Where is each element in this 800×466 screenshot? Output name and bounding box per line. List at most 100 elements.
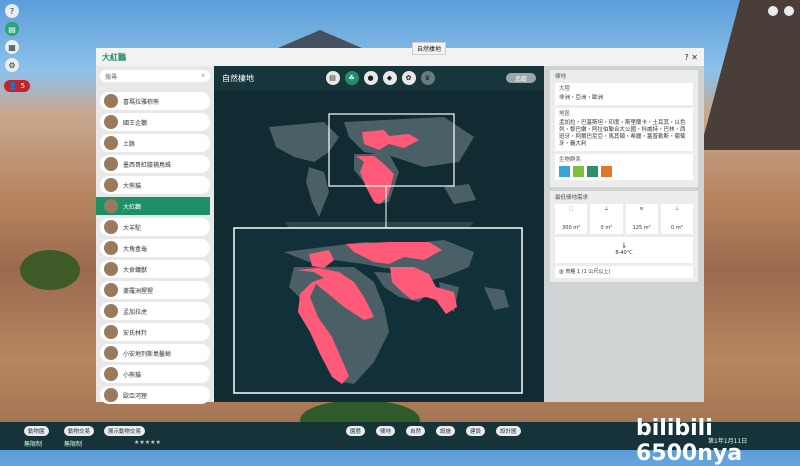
paw-icon[interactable]: ✿ <box>401 71 416 85</box>
world-range-map <box>233 113 523 394</box>
species-name: 安氏林羚 <box>123 329 148 337</box>
species-name: 國王企鵝 <box>123 119 148 127</box>
species-list-item[interactable]: 婆羅洲猩猩 <box>100 281 210 299</box>
species-name: 土豚 <box>123 140 136 148</box>
wind-icon[interactable] <box>768 6 778 16</box>
species-avatar <box>104 157 118 171</box>
species-list-item[interactable]: 大食蟻獸 <box>100 260 210 278</box>
food-icon[interactable]: ● <box>363 71 378 85</box>
species-list-item[interactable]: 安氏林羚 <box>100 323 210 341</box>
continent-value: 非洲・亞洲・歐洲 <box>559 95 604 101</box>
species-list-item[interactable]: 土豚 <box>100 134 210 152</box>
world-map-small <box>269 113 476 228</box>
species-avatar <box>104 325 118 339</box>
enrichment-icon[interactable]: ◆ <box>382 71 397 85</box>
facilities-button[interactable]: 設施 <box>436 426 456 436</box>
climbing-icon: ⟂ <box>604 206 609 212</box>
panel-header: 自然棲地 ▤ ☘ ● ◆ ✿ ♛ 追蹤 <box>214 66 544 90</box>
species-list-item[interactable]: 大熊貓 <box>100 176 210 194</box>
trophy-icon[interactable]: ♛ <box>420 71 435 85</box>
species-avatar <box>104 346 118 360</box>
zoo-icon[interactable]: ▤ <box>5 22 19 36</box>
region-label: 地區 <box>559 111 571 117</box>
biome-icon[interactable] <box>587 166 598 177</box>
species-name: 大熊貓 <box>123 182 142 190</box>
biome-icon[interactable] <box>601 166 612 177</box>
shelter-icon: ▥ <box>559 268 564 275</box>
search-field[interactable]: 搜尋 ⌕ <box>100 70 210 82</box>
habitat-info-panel: 棲地 大陸 非洲・亞洲・歐洲 地區 孟加拉・巴基斯坦・印度・斯里蘭卡・土耳其・以… <box>544 66 704 402</box>
help-icon[interactable]: ? <box>5 4 19 18</box>
landscaping-button[interactable]: 園藝 <box>346 426 366 436</box>
left-hud: ? ▤ ▦ ⚙ <box>4 4 20 72</box>
search-input[interactable]: 搜尋 <box>105 72 117 81</box>
species-name: 小熊貓 <box>123 371 142 379</box>
habitat-button[interactable]: 棲地 <box>376 426 396 436</box>
settings-icon[interactable]: ⚙ <box>5 58 19 72</box>
notification-badge[interactable]: 👤 5 <box>4 80 30 92</box>
species-list-item[interactable]: 歐亞河狸 <box>100 386 210 404</box>
biome-icon[interactable] <box>559 166 570 177</box>
species-list-item[interactable]: 喜瑪拉雅棕熊 <box>100 92 210 110</box>
background-tree <box>20 250 80 290</box>
species-list-item[interactable]: 孟加拉虎 <box>100 302 210 320</box>
construction-button[interactable]: 建設 <box>466 426 486 436</box>
species-avatar <box>104 262 118 276</box>
zoo-button[interactable]: 動物園 <box>24 426 49 436</box>
requirement-value: 0 m² <box>600 225 613 231</box>
money-status: 無限制 <box>24 441 43 448</box>
top-right-controls <box>768 6 794 16</box>
species-list-item[interactable]: 小安地列斯島鬣蜥 <box>100 344 210 362</box>
habitat-icon[interactable]: ☘ <box>344 71 359 85</box>
window-title: 大紅鸛 <box>102 52 126 62</box>
blueprints-button[interactable]: 設計圖 <box>496 426 521 436</box>
search-icon[interactable]: ⌕ <box>202 72 205 80</box>
requirement-value: 300 m² <box>562 225 581 231</box>
species-avatar <box>104 115 118 129</box>
species-avatar <box>104 241 118 255</box>
land-area-icon: ⬚ <box>568 206 574 212</box>
nature-button[interactable]: 自然 <box>406 426 426 436</box>
follow-button[interactable]: 追蹤 <box>506 73 536 83</box>
game-date: 第1年1月11日 <box>708 438 748 445</box>
species-name: 大羊駝 <box>123 224 142 232</box>
continent-block: 大陸 非洲・亞洲・歐洲 <box>555 83 693 105</box>
close-button[interactable]: ✕ <box>691 53 698 62</box>
requirement-cell: ⟂ 0 m² <box>590 204 623 234</box>
help-button[interactable]: ? <box>685 53 689 62</box>
species-avatar <box>104 199 118 213</box>
species-list-item[interactable]: 大羊駝 <box>100 218 210 236</box>
user-icon: 👤 <box>8 82 18 90</box>
requirements-grid: ⬚ 300 m² ⟂ 0 m² ≋ 125 m² ⊥ 0 m² <box>555 204 693 234</box>
requirement-cell: ≋ 125 m² <box>625 204 658 234</box>
species-name: 喜瑪拉雅棕熊 <box>123 98 160 106</box>
calendar-icon[interactable]: ▦ <box>5 40 19 54</box>
species-list-item[interactable]: 小熊貓 <box>100 365 210 383</box>
species-avatar <box>104 283 118 297</box>
tab-tooltip: 自然棲地 <box>412 42 447 55</box>
weather-icon[interactable] <box>784 6 794 16</box>
panel-heading: 自然棲地 <box>222 73 254 83</box>
animal-trade-button[interactable]: 動物交易 <box>64 426 95 436</box>
habitat-card: 棲地 大陸 非洲・亞洲・歐洲 地區 孟加拉・巴基斯坦・印度・斯里蘭卡・土耳其・以… <box>550 70 698 187</box>
species-list-item[interactable]: 大角盒龜 <box>100 239 210 257</box>
thermometer-icon: 🌡 <box>620 243 628 249</box>
species-avatar <box>104 304 118 318</box>
species-list-item[interactable]: 大紅鸛 <box>96 197 210 215</box>
biome-icons <box>559 166 689 177</box>
background-cliff <box>700 0 800 150</box>
requirements-title: 最低棲地需求 <box>555 195 589 201</box>
species-avatar <box>104 367 118 381</box>
biome-icon[interactable] <box>573 166 584 177</box>
region-value: 孟加拉・巴基斯坦・印度・斯里蘭卡・土耳其・以色列・黎巴嫩・阿拉伯聯合大公國・科威… <box>559 120 686 147</box>
species-name: 大食蟻獸 <box>123 266 148 274</box>
exhibit-trade-button[interactable]: 展示動物交易 <box>104 426 146 436</box>
species-list-item[interactable]: 國王企鵝 <box>100 113 210 131</box>
species-list-item[interactable]: 墨西哥紅膝捕鳥蛛 <box>100 155 210 173</box>
species-name: 孟加拉虎 <box>123 308 148 316</box>
window-titlebar: 大紅鸛 ? ✕ <box>96 48 704 66</box>
document-icon[interactable]: ▤ <box>325 71 340 85</box>
shelter-value: 育種 1 (1 公尺以上) <box>565 268 611 275</box>
species-name: 小安地列斯島鬣蜥 <box>123 350 172 358</box>
species-name: 大角盒龜 <box>123 245 148 253</box>
